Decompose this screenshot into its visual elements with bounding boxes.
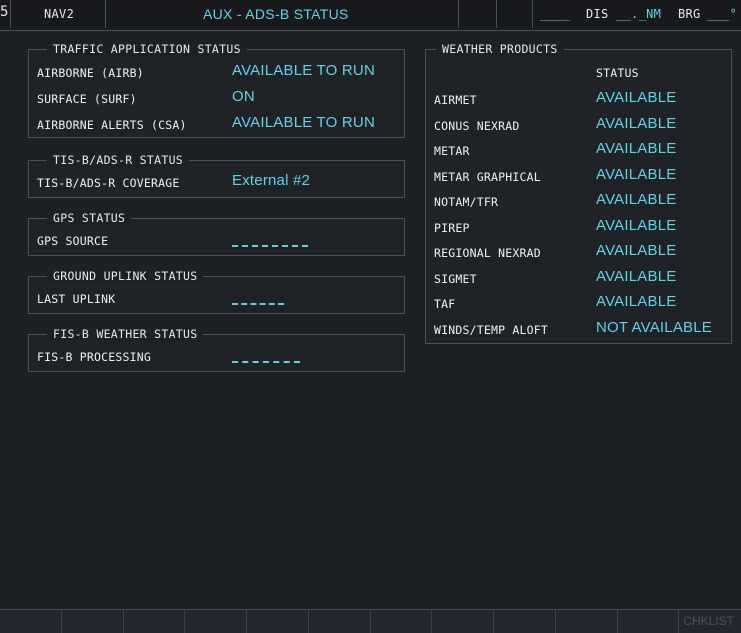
weather-product-status: AVAILABLE: [596, 216, 677, 234]
nav-source-label: NAV2: [44, 7, 75, 21]
softkey-bar: CHKLIST: [0, 609, 741, 633]
weather-product-label: METAR GRAPHICAL: [434, 169, 541, 184]
traffic-panel-title: TRAFFIC APPLICATION STATUS: [47, 42, 247, 56]
weather-product-status: AVAILABLE: [596, 293, 677, 310]
softkey-1[interactable]: [0, 610, 62, 633]
softkey-6[interactable]: [309, 610, 371, 633]
weather-product-label: SIGMET: [434, 271, 477, 286]
softkey-9[interactable]: [494, 610, 556, 633]
weather-panel-title: WEATHER PRODUCTS: [436, 42, 564, 56]
surf-label: SURFACE (SURF): [37, 92, 137, 106]
weather-product-label: METAR: [434, 144, 470, 158]
gps-source-blank: [232, 245, 308, 247]
weather-product-status: AVAILABLE: [596, 165, 677, 183]
blank-field: [458, 0, 497, 28]
airb-value: AVAILABLE TO RUN: [232, 62, 375, 79]
weather-product-label: WINDS/TEMP ALOFT: [434, 322, 548, 337]
softkey-11[interactable]: [618, 610, 680, 633]
dis-label: DIS: [586, 7, 609, 21]
gps-source-label: GPS SOURCE: [37, 234, 109, 248]
nav-data-field: ____ DIS __._NM BRG ___°: [532, 0, 741, 28]
traffic-application-status-panel: TRAFFIC APPLICATION STATUS AIRBORNE (AIR…: [28, 42, 405, 138]
weather-product-label: PIREP: [434, 220, 470, 235]
weather-product-label: REGIONAL NEXRAD: [434, 246, 541, 260]
weather-product-status: AVAILABLE: [596, 267, 677, 285]
softkey-3[interactable]: [124, 610, 186, 633]
weather-product-status: AVAILABLE: [596, 89, 677, 106]
weather-status-header: STATUS: [596, 66, 639, 80]
fisb-processing-blank: [232, 361, 300, 363]
ground-uplink-status-panel: GROUND UPLINK STATUS LAST UPLINK: [28, 269, 405, 314]
page-title: AUX - ADS-B STATUS: [203, 6, 349, 22]
weather-product-label: CONUS NEXRAD: [434, 118, 520, 133]
airb-label: AIRBORNE (AIRB): [37, 66, 144, 80]
weather-products-panel: WEATHER PRODUCTS STATUS AIRMET AVAILABLE C…: [425, 42, 732, 344]
weather-product-status: NOT AVAILABLE: [596, 318, 712, 336]
mfd-screen: 5 NAV2 AUX - ADS-B STATUS ____ DIS __._N…: [0, 0, 741, 633]
tis-panel-title: TIS-B/ADS-R STATUS: [47, 153, 190, 167]
weather-product-status: AVAILABLE: [596, 140, 677, 157]
brg-label: BRG: [678, 7, 701, 21]
csa-label: AIRBORNE ALERTS (CSA): [37, 118, 187, 132]
last-uplink-blank: [232, 303, 284, 305]
fisb-weather-status-panel: FIS-B WEATHER STATUS FIS-B PROCESSING: [28, 327, 405, 372]
softkey-12[interactable]: CHKLIST: [679, 610, 740, 633]
tis-coverage-value: External #2: [232, 172, 311, 189]
weather-product-status: AVAILABLE: [596, 114, 677, 132]
softkey-8[interactable]: [432, 610, 494, 633]
brg-value: ___°: [707, 7, 738, 21]
page-group-digit: 5: [0, 4, 9, 20]
blank-field-2: [496, 0, 533, 28]
fisb-panel-title: FIS-B WEATHER STATUS: [47, 327, 204, 341]
gps-status-panel: GPS STATUS GPS SOURCE: [28, 211, 405, 256]
softkey-4[interactable]: [185, 610, 247, 633]
softkey-5[interactable]: [247, 610, 309, 633]
weather-product-status: AVAILABLE: [596, 191, 677, 208]
fisb-processing-label: FIS-B PROCESSING: [37, 350, 151, 364]
dis-value: __._NM: [616, 7, 662, 21]
page-title-field: AUX - ADS-B STATUS: [105, 0, 459, 28]
weather-product-status: AVAILABLE: [596, 242, 677, 259]
waypoint-blank: ____: [540, 7, 571, 21]
softkey-10[interactable]: [556, 610, 618, 633]
tis-adsr-status-panel: TIS-B/ADS-R STATUS TIS-B/ADS-R COVERAGE …: [28, 153, 405, 198]
softkey-2[interactable]: [62, 610, 124, 633]
softkey-7[interactable]: [371, 610, 433, 633]
top-status-bar: 5 NAV2 AUX - ADS-B STATUS ____ DIS __._N…: [0, 0, 741, 31]
softkey-checklist-label: CHKLIST: [683, 614, 734, 628]
last-uplink-label: LAST UPLINK: [37, 292, 116, 306]
gps-panel-title: GPS STATUS: [47, 211, 132, 225]
csa-value: AVAILABLE TO RUN: [232, 114, 375, 131]
tis-coverage-label: TIS-B/ADS-R COVERAGE: [37, 176, 180, 190]
weather-product-label: TAF: [434, 297, 456, 311]
nav-source-field: NAV2: [10, 0, 106, 28]
weather-product-label: NOTAM/TFR: [434, 195, 499, 209]
uplink-panel-title: GROUND UPLINK STATUS: [47, 269, 204, 283]
weather-product-label: AIRMET: [434, 93, 477, 107]
surf-value: ON: [232, 88, 255, 105]
